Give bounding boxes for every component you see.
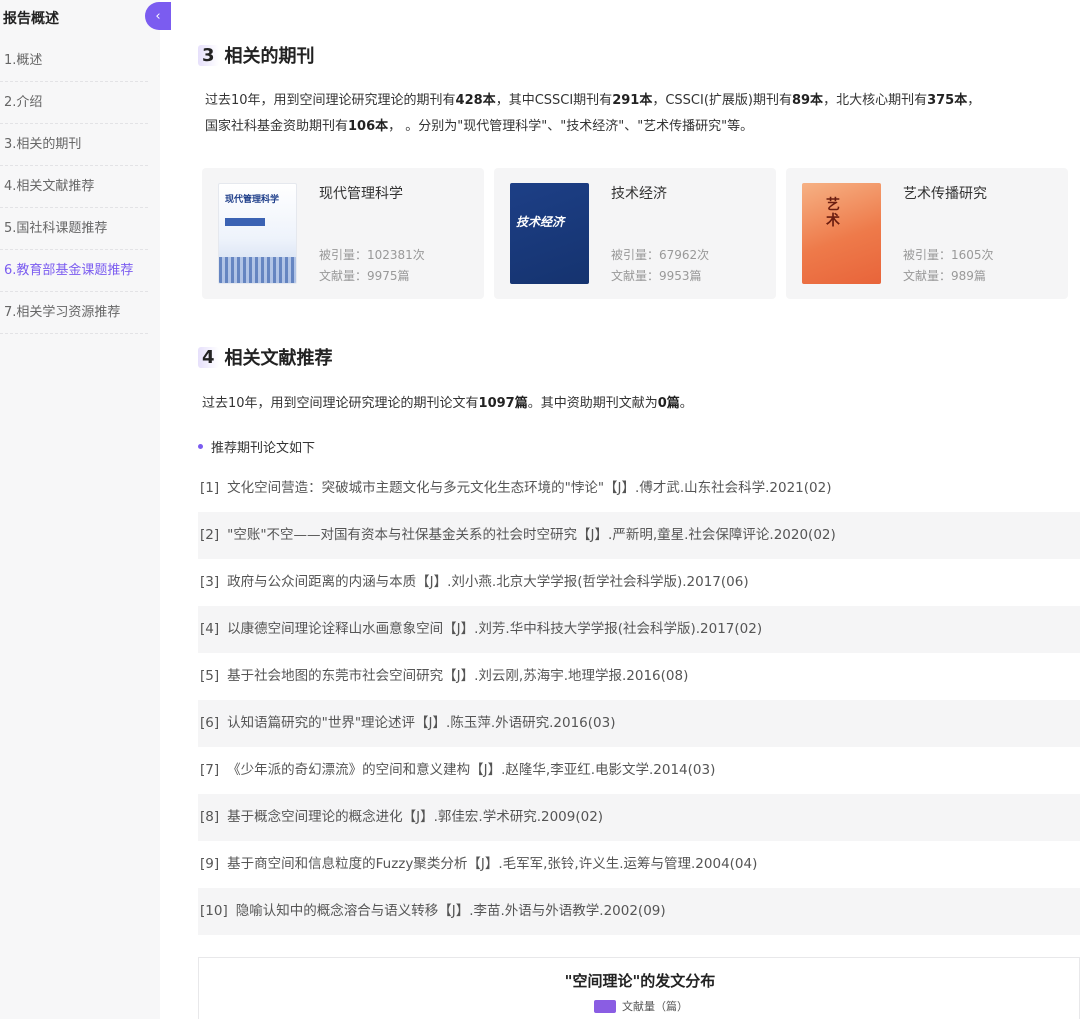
journal-cover-image: 技术经济 [510, 183, 589, 284]
section-number: 3 [198, 44, 219, 66]
sidebar-item-literature[interactable]: 4.相关文献推荐 [0, 166, 148, 208]
sidebar-title: 报告概述 [3, 11, 59, 27]
sidebar-item-overview[interactable]: 1.概述 [0, 40, 148, 82]
journal-name[interactable]: 技术经济 [611, 183, 667, 203]
sidebar-item-related-journals[interactable]: 3.相关的期刊 [0, 124, 148, 166]
reference-list: [1] 文化空间营造：突破城市主题文化与多元文化生态环境的"悖论"【J】.傅才武.… [198, 465, 1080, 935]
sidebar-item-moe-projects[interactable]: 6.教育部基金课题推荐 [0, 250, 148, 292]
sidebar-item-nssf-projects[interactable]: 5.国社科课题推荐 [0, 208, 148, 250]
legend-label: 文献量（篇） [622, 1000, 688, 1013]
journal-name[interactable]: 艺术传播研究 [903, 183, 987, 203]
chart-title: "空间理论"的发文分布 [564, 972, 716, 990]
sidebar-item-learning-resources[interactable]: 7.相关学习资源推荐 [0, 292, 148, 334]
reference-item[interactable]: [10] 隐喻认知中的概念溶合与语义转移【J】.李苗.外语与外语教学.2002(0… [198, 888, 1080, 935]
publication-distribution-chart: "空间理论"的发文分布 文献量（篇） [198, 957, 1080, 1019]
journal-citations: 被引量：1605次 [903, 248, 994, 262]
literature-summary: 过去10年，用到空间理论研究理论的期刊论文有1097篇。其中资助期刊文献为0篇。 [202, 396, 693, 411]
journal-name[interactable]: 现代管理科学 [319, 183, 403, 203]
section-heading: 相关的期刊 [224, 46, 315, 67]
chart-legend[interactable]: 文献量（篇） [594, 998, 688, 1014]
section-title-literature: 4 相关文献推荐 [198, 344, 333, 370]
journal-card[interactable]: 现代管理科学 现代管理科学 被引量：102381次 文献量：9975篇 [202, 168, 484, 299]
journal-cover-image: 艺术 [802, 183, 881, 284]
reference-item[interactable]: [2] "空账"不空——对国有资本与社保基金关系的社会时空研究【J】.严新明,童星… [198, 512, 1080, 559]
journal-cover-image: 现代管理科学 [218, 183, 297, 284]
reference-item[interactable]: [1] 文化空间营造：突破城市主题文化与多元文化生态环境的"悖论"【J】.傅才武.… [198, 465, 1080, 512]
reference-item[interactable]: [9] 基于商空间和信息粒度的Fuzzy聚类分析【J】.毛军军,张铃,许义生.运筹… [198, 841, 1080, 888]
section-number: 4 [198, 346, 219, 368]
sidebar-item-introduction[interactable]: 2.介绍 [0, 82, 148, 124]
journal-cards: 现代管理科学 现代管理科学 被引量：102381次 文献量：9975篇 技术经济… [202, 168, 1068, 299]
bullet-icon [198, 444, 203, 449]
journal-card[interactable]: 技术经济 技术经济 被引量：67962次 文献量：9953篇 [494, 168, 776, 299]
section-heading: 相关文献推荐 [224, 348, 333, 369]
journal-doc-count: 文献量：9953篇 [611, 269, 702, 283]
sidebar: 报告概述 ‹ 1.概述 2.介绍 3.相关的期刊 4.相关文献推荐 5.国社科课… [0, 0, 171, 1019]
journals-summary: 过去10年，用到空间理论研究理论的期刊有428本，其中CSSCI期刊有291本，… [205, 93, 981, 134]
reference-item[interactable]: [8] 基于概念空间理论的概念进化【J】.郭佳宏.学术研究.2009(02) [198, 794, 1080, 841]
journal-doc-count: 文献量：989篇 [903, 269, 986, 283]
journal-citations: 被引量：67962次 [611, 248, 710, 262]
legend-swatch [594, 999, 616, 1013]
reference-item[interactable]: [6] 认知语篇研究的"世界"理论述评【J】.陈玉萍.外语研究.2016(03) [198, 700, 1080, 747]
journal-doc-count: 文献量：9975篇 [319, 269, 410, 283]
reference-item[interactable]: [4] 以康德空间理论诠释山水画意象空间【J】.刘芳.华中科技大学学报(社会科学版… [198, 606, 1080, 653]
reference-item[interactable]: [7] 《少年派的奇幻漂流》的空间和意义建构【J】.赵隆华,李亚红.电影文学.20… [198, 747, 1080, 794]
journal-card[interactable]: 艺术 艺术传播研究 被引量：1605次 文献量：989篇 [786, 168, 1068, 299]
reference-item[interactable]: [5] 基于社会地图的东莞市社会空间研究【J】.刘云刚,苏海宇.地理学报.2016… [198, 653, 1080, 700]
journal-citations: 被引量：102381次 [319, 248, 425, 262]
sidebar-nav: 1.概述 2.介绍 3.相关的期刊 4.相关文献推荐 5.国社科课题推荐 6.教… [0, 40, 148, 334]
recommended-papers-heading: 推荐期刊论文如下 [198, 437, 315, 456]
main-content: 3 相关的期刊 过去10年，用到空间理论研究理论的期刊有428本，其中CSSCI… [160, 0, 1080, 1019]
section-title-journals: 3 相关的期刊 [198, 42, 315, 68]
reference-item[interactable]: [3] 政府与公众间距离的内涵与本质【J】.刘小燕.北京大学学报(哲学社会科学版)… [198, 559, 1080, 606]
